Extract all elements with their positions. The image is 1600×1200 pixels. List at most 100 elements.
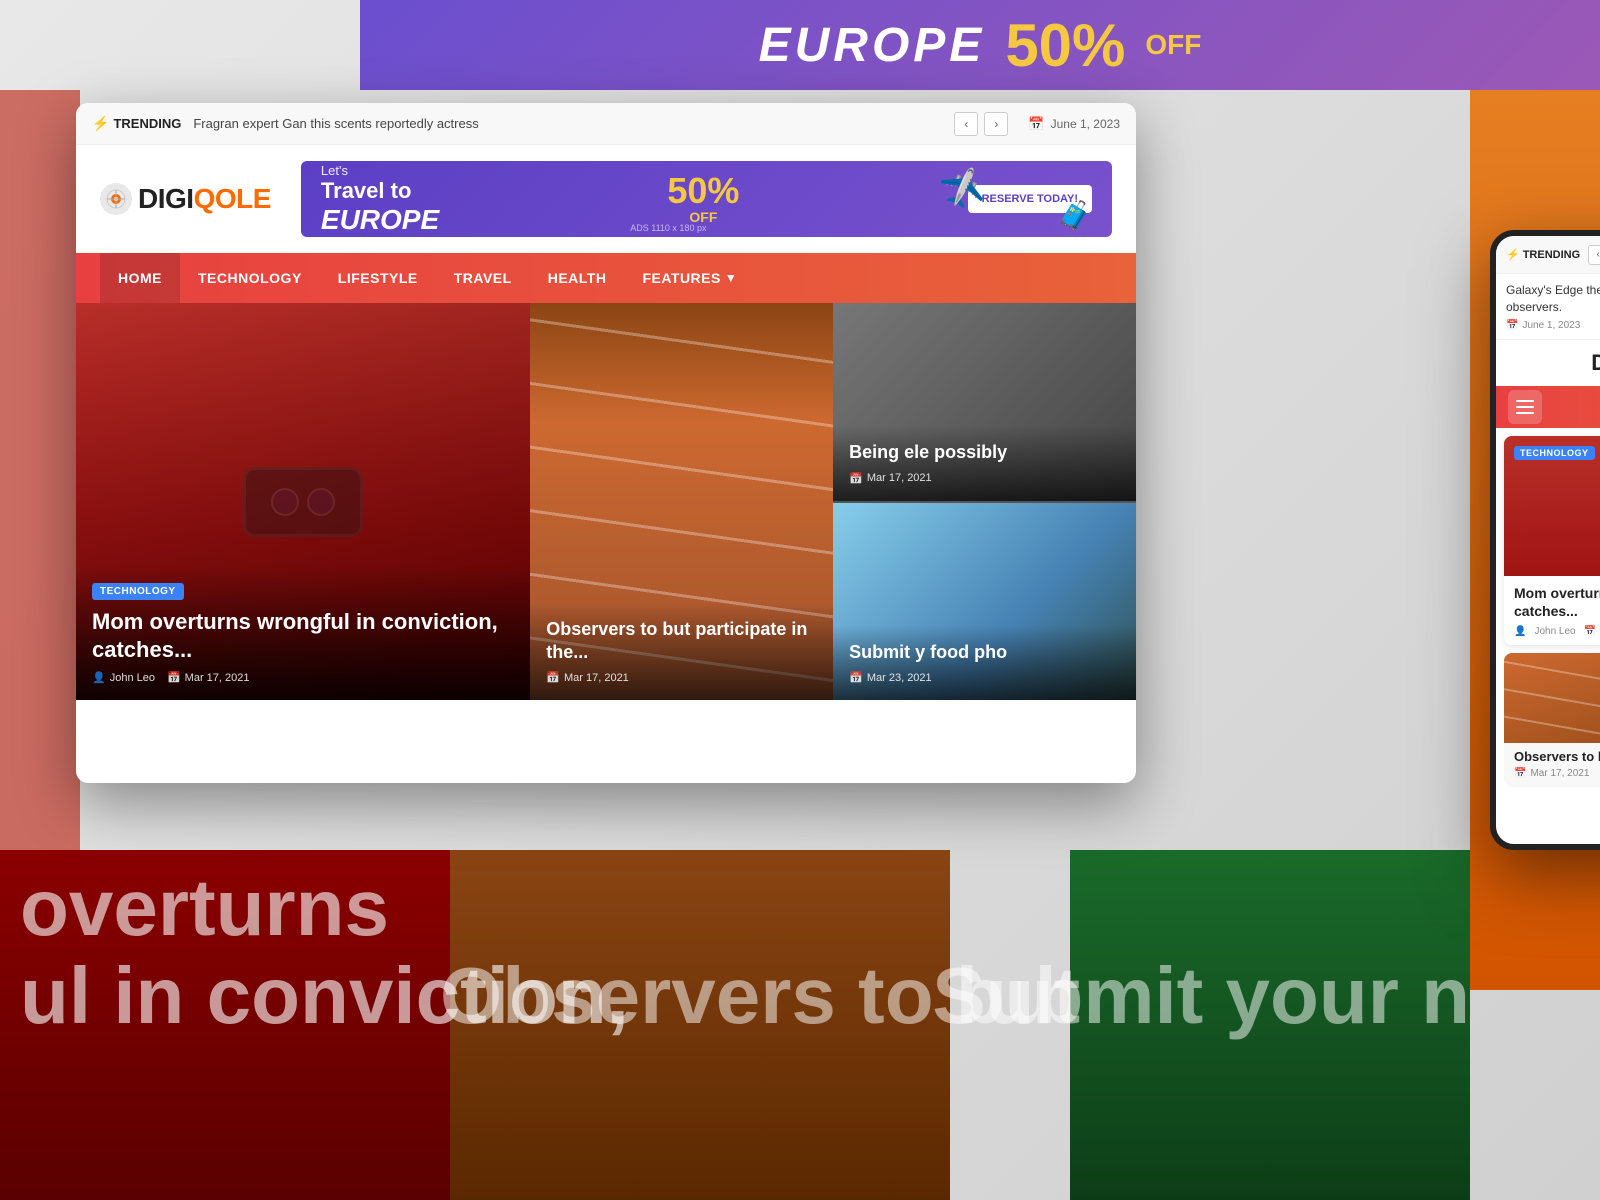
logo-digi: DIGI xyxy=(138,183,194,214)
mobile-article-img-2 xyxy=(1504,653,1600,743)
article-3-meta: 📅 Mar 17, 2021 xyxy=(849,472,1120,485)
ad-europe: EUROPE xyxy=(321,204,439,236)
article-card-4[interactable]: Submit y food pho 📅 Mar 23, 2021 xyxy=(833,503,1136,701)
mobile-user-icon-1: 👤 xyxy=(1514,626,1526,637)
trending-text-label: TRENDING xyxy=(113,116,181,131)
mobile-article-2-title: Observers to but participate in the... xyxy=(1514,749,1600,764)
bg-banner-off: OFF xyxy=(1145,29,1201,61)
mobile-article-2-content: Observers to but participate in the... 📅… xyxy=(1504,743,1600,787)
hamburger-icon xyxy=(1516,400,1534,414)
ad-travel: Travel to xyxy=(321,178,439,204)
article-1-title: Mom overturns wrongful in conviction, ca… xyxy=(92,608,514,663)
mobile-cal-icon-2: 📅 xyxy=(1514,768,1526,779)
mobile-trend-nav: ‹ › xyxy=(1588,245,1600,265)
article-1-date: 📅 Mar 17, 2021 xyxy=(167,671,250,684)
ad-percent: 50% xyxy=(667,173,739,209)
mobile-logo-bar: DIGIQOLE xyxy=(1496,340,1600,386)
site-nav: HOME TECHNOLOGY LIFESTYLE TRAVEL HEALTH … xyxy=(76,253,1136,303)
nav-technology[interactable]: TECHNOLOGY xyxy=(180,253,320,303)
site-header: DIGIQOLE Let's Travel to EUROPE 50% OFF … xyxy=(76,145,1136,253)
article-4-meta: 📅 Mar 23, 2021 xyxy=(849,671,1120,684)
mobile-article-1-meta: 👤 John Leo 📅 Mar 17, 2021 xyxy=(1514,626,1600,637)
calendar-icon: 📅 xyxy=(1028,116,1044,132)
mobile-logo[interactable]: DIGIQOLE xyxy=(1591,350,1600,376)
article-card-3[interactable]: Being ele possibly 📅 Mar 17, 2021 xyxy=(833,303,1136,501)
mobile-nav-bar: 🔍 xyxy=(1496,386,1600,428)
bg-banner: EUROPE 50% OFF xyxy=(360,0,1600,90)
article-1-tag: TECHNOLOGY xyxy=(92,583,184,600)
calendar-icon-3: 📅 xyxy=(849,472,863,485)
logo-icon xyxy=(100,183,132,215)
nav-home[interactable]: HOME xyxy=(100,253,180,303)
ad-banner: Let's Travel to EUROPE 50% OFF RESERVE T… xyxy=(301,161,1112,237)
mobile-preview: ⚡ TRENDING ‹ › Galaxy's Edge the best th… xyxy=(1490,230,1600,850)
article-right-col: Being ele possibly 📅 Mar 17, 2021 Submit… xyxy=(833,303,1136,700)
trending-label: ⚡ TRENDING xyxy=(92,115,181,132)
ad-left-text: Let's Travel to EUROPE xyxy=(321,163,439,236)
luggage-icon: 🧳 xyxy=(1057,199,1092,232)
mobile-article-card-1[interactable]: TECHNOLOGY Mom overturns wrongful in con… xyxy=(1504,436,1600,645)
article-4-overlay: Submit y food pho 📅 Mar 23, 2021 xyxy=(833,625,1136,701)
ad-dimensions: ADS 1110 x 180 px xyxy=(630,223,706,233)
mobile-track-lines xyxy=(1504,653,1600,743)
mobile-article-1-author: John Leo xyxy=(1534,626,1575,637)
trending-bar: ⚡ TRENDING Fragran expert Gan this scent… xyxy=(76,103,1136,145)
browser-window: ⚡ TRENDING Fragran expert Gan this scent… xyxy=(76,103,1136,783)
article-2-title: Observers to but participate in the... xyxy=(546,618,817,663)
lightning-icon: ⚡ xyxy=(92,115,109,132)
nav-features[interactable]: FEATURES ▼ xyxy=(624,253,755,303)
mobile-article-1-title: Mom overturns wrongful in conviction, ca… xyxy=(1514,584,1600,620)
bg-text-right: Submit your n xyxy=(932,952,1470,1040)
ad-lets: Let's xyxy=(321,163,439,178)
mobile-hamburger-btn[interactable] xyxy=(1508,390,1542,424)
trending-headline: Fragran expert Gan this scents reportedl… xyxy=(193,116,954,131)
mobile-trending-label: ⚡ TRENDING xyxy=(1506,248,1580,261)
article-4-date: 📅 Mar 23, 2021 xyxy=(849,671,932,684)
logo-qole: QOLE xyxy=(194,183,271,214)
mobile-trending-label-text: TRENDING xyxy=(1523,249,1580,261)
user-icon-1: 👤 xyxy=(92,671,106,684)
mobile-trending-article: Galaxy's Edge the best thing about its v… xyxy=(1506,282,1600,316)
article-2-date: 📅 Mar 17, 2021 xyxy=(546,671,629,684)
mobile-cal-icon: 📅 xyxy=(1506,320,1518,331)
calendar-icon-1: 📅 xyxy=(167,671,181,684)
nav-travel[interactable]: TRAVEL xyxy=(436,253,530,303)
mobile-article-img-1: TECHNOLOGY xyxy=(1504,436,1600,576)
mobile-trend-prev[interactable]: ‹ xyxy=(1588,245,1600,265)
mobile-trending-content: Galaxy's Edge the best thing about its v… xyxy=(1496,274,1600,340)
trending-next-btn[interactable]: › xyxy=(984,112,1008,136)
article-card-2[interactable]: Observers to but participate in the... 📅… xyxy=(530,303,833,700)
calendar-icon-4: 📅 xyxy=(849,671,863,684)
nav-health[interactable]: HEALTH xyxy=(530,253,625,303)
mobile-article-2-meta: 📅 Mar 17, 2021 xyxy=(1514,768,1600,779)
site-logo[interactable]: DIGIQOLE xyxy=(100,183,271,215)
trending-date: 📅 June 1, 2023 xyxy=(1028,116,1120,132)
calendar-icon-2: 📅 xyxy=(546,671,560,684)
mobile-article-2-date: Mar 17, 2021 xyxy=(1530,768,1589,779)
mobile-article-card-2[interactable]: Observers to but participate in the... 📅… xyxy=(1504,653,1600,787)
mobile-article-1-content: Mom overturns wrongful in conviction, ca… xyxy=(1504,576,1600,645)
mobile-cal-icon-1: 📅 xyxy=(1584,626,1596,637)
bg-banner-percent: 50% xyxy=(1005,11,1125,80)
article-2-overlay: Observers to but participate in the... 📅… xyxy=(530,602,833,700)
mobile-trending-date: 📅 June 1, 2023 xyxy=(1506,320,1600,331)
trending-prev-btn[interactable]: ‹ xyxy=(954,112,978,136)
article-1-meta: 👤 John Leo 📅 Mar 17, 2021 xyxy=(92,671,514,684)
mobile-lightning-icon: ⚡ xyxy=(1506,248,1520,261)
article-3-date: 📅 Mar 17, 2021 xyxy=(849,472,932,485)
trending-date-text: June 1, 2023 xyxy=(1051,117,1120,131)
nav-lifestyle[interactable]: LIFESTYLE xyxy=(320,253,436,303)
article-3-title: Being ele possibly xyxy=(849,441,1120,464)
mobile-trending-bar: ⚡ TRENDING ‹ › xyxy=(1496,236,1600,274)
articles-grid: TECHNOLOGY Mom overturns wrongful in con… xyxy=(76,303,1136,700)
bg-banner-text: EUROPE xyxy=(759,18,986,73)
ad-percent-section: 50% OFF xyxy=(667,173,739,225)
article-card-1[interactable]: TECHNOLOGY Mom overturns wrongful in con… xyxy=(76,303,530,700)
trending-navigation: ‹ › xyxy=(954,112,1008,136)
mobile-article-1-tag: TECHNOLOGY xyxy=(1514,446,1595,460)
article-3-overlay: Being ele possibly 📅 Mar 17, 2021 xyxy=(833,425,1136,501)
features-chevron: ▼ xyxy=(725,271,737,285)
article-4-title: Submit y food pho xyxy=(849,641,1120,664)
article-1-overlay: TECHNOLOGY Mom overturns wrongful in con… xyxy=(76,565,530,700)
article-2-meta: 📅 Mar 17, 2021 xyxy=(546,671,817,684)
